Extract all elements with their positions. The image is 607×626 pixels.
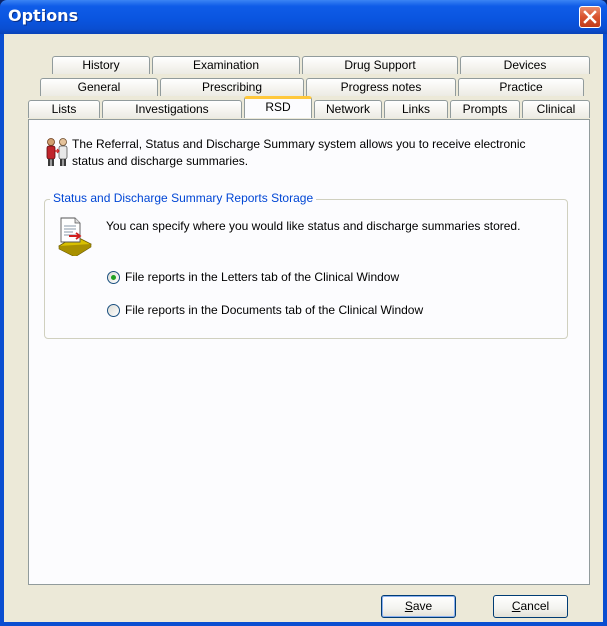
storage-group-title: Status and Discharge Summary Reports Sto…: [50, 191, 317, 205]
window-title: Options: [8, 6, 79, 25]
intro-description: The Referral, Status and Discharge Summa…: [72, 137, 526, 168]
radio-button[interactable]: [107, 270, 120, 284]
radio-selected-dot: [111, 274, 116, 280]
radio-documents-tab[interactable]: File reports in the Documents tab of the…: [107, 302, 423, 318]
cancel-label-rest: ancel: [520, 599, 550, 613]
save-label-rest: ave: [412, 599, 433, 613]
options-window: Options History Examination Drug Support…: [0, 0, 607, 626]
tab-links[interactable]: Links: [384, 100, 448, 118]
tab-devices[interactable]: Devices: [460, 56, 590, 74]
storage-group-description: You can specify where you would like sta…: [106, 219, 521, 233]
save-button[interactable]: Save: [381, 595, 456, 618]
radio-button[interactable]: [107, 303, 120, 317]
radio-label: File reports in the Letters tab of the C…: [125, 270, 400, 284]
close-button[interactable]: [579, 6, 601, 28]
cancel-button[interactable]: Cancel: [493, 595, 568, 618]
tab-progress-notes[interactable]: Progress notes: [306, 78, 456, 96]
tab-lists[interactable]: Lists: [28, 100, 100, 118]
radio-label: File reports in the Documents tab of the…: [125, 303, 424, 317]
document-icon: [58, 217, 92, 256]
tab-history[interactable]: History: [52, 56, 150, 74]
people-icon: [46, 138, 68, 166]
tab-rsd[interactable]: RSD: [244, 96, 312, 118]
window-frame-right: [603, 34, 607, 626]
tab-investigations[interactable]: Investigations: [102, 100, 242, 118]
tab-prompts[interactable]: Prompts: [450, 100, 520, 118]
rsd-tab-panel: [28, 119, 590, 585]
radio-letters-tab[interactable]: File reports in the Letters tab of the C…: [107, 269, 399, 285]
window-frame-bottom: [0, 622, 607, 626]
tab-practice[interactable]: Practice: [458, 78, 584, 96]
close-icon: [583, 10, 597, 24]
save-mnemonic: S: [404, 599, 413, 613]
tab-examination[interactable]: Examination: [152, 56, 300, 74]
tab-general[interactable]: General: [40, 78, 158, 96]
tab-network[interactable]: Network: [314, 100, 382, 118]
tab-clinical[interactable]: Clinical: [522, 100, 590, 118]
tab-drug-support[interactable]: Drug Support: [302, 56, 458, 74]
title-bar[interactable]: Options: [0, 0, 607, 34]
tab-prescribing[interactable]: Prescribing: [160, 78, 304, 96]
